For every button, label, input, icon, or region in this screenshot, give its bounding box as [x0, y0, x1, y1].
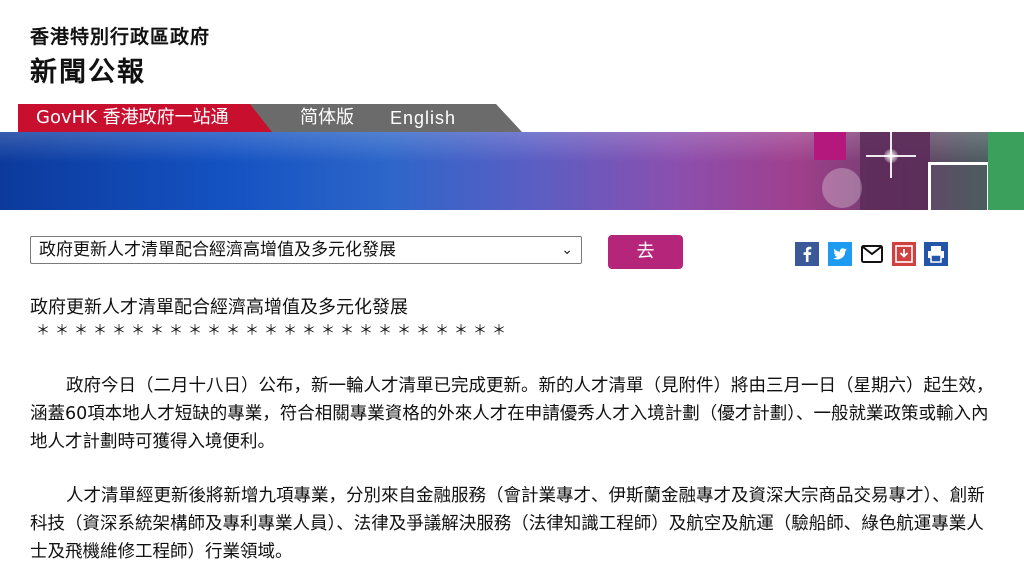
banner-circle — [822, 168, 862, 208]
print-icon[interactable] — [924, 242, 948, 266]
banner-frame — [928, 162, 990, 210]
paragraph-1: 政府今日（二月十八日）公布，新一輪人才清單已完成更新。新的人才清單（見附件）將由… — [30, 376, 994, 452]
article-select[interactable]: 政府更新人才清單配合經濟高增值及多元化發展 ⌄ — [30, 236, 582, 264]
email-icon[interactable] — [860, 242, 884, 266]
paragraph-2: 人才清單經更新後將新增九項專業，分別來自金融服務（會計業專才、伊斯蘭金融專才及資… — [30, 486, 985, 562]
go-button[interactable]: 去 — [608, 235, 683, 269]
page-header: 香港特別行政區政府 新聞公報 — [0, 0, 1024, 104]
banner-green-block — [988, 132, 1024, 210]
government-name: 香港特別行政區政府 — [30, 26, 211, 48]
top-navigation: GovHK 香港政府一站通 简体版 English — [0, 104, 1024, 132]
sparkle-icon — [884, 149, 898, 163]
title-separator: ＊＊＊＊＊＊＊＊＊＊＊＊＊＊＊＊＊＊＊＊＊＊＊＊＊ — [36, 323, 511, 339]
article-title: 政府更新人才清單配合經濟高增值及多元化發展 — [30, 297, 408, 318]
article-select-value: 政府更新人才清單配合經濟高增值及多元化發展 — [39, 240, 396, 260]
twitter-icon[interactable] — [828, 242, 852, 266]
header-banner — [0, 132, 1024, 210]
chevron-down-icon: ⌄ — [561, 242, 573, 258]
language-bar — [250, 104, 522, 132]
english-link[interactable]: English — [390, 107, 456, 129]
site-title: 新聞公報 — [30, 57, 146, 88]
facebook-icon[interactable] — [795, 242, 819, 266]
govhk-link-label[interactable]: GovHK 香港政府一站通 — [36, 107, 229, 129]
banner-dark-block — [860, 132, 930, 210]
banner-pink-block — [814, 132, 846, 160]
download-icon[interactable] — [892, 242, 916, 266]
simplified-chinese-link[interactable]: 简体版 — [300, 107, 354, 129]
article-toolbar: 政府更新人才清單配合經濟高增值及多元化發展 ⌄ 去 — [0, 222, 1024, 282]
